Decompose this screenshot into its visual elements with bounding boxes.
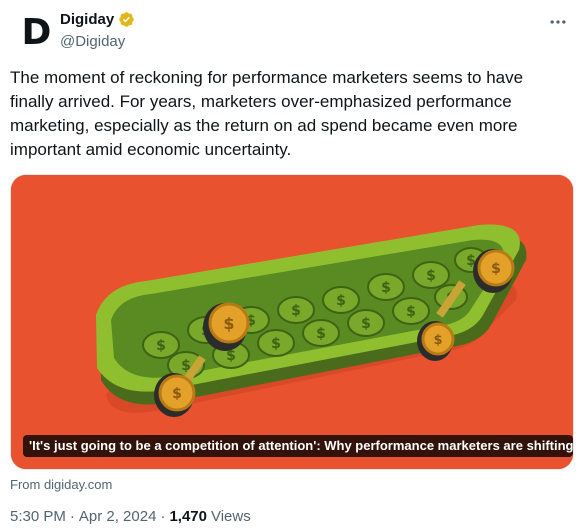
tweet-text: The moment of reckoning for performance … — [10, 68, 524, 159]
meta-separator: · — [69, 508, 75, 525]
svg-text:$: $ — [336, 293, 346, 309]
svg-text:$: $ — [316, 326, 326, 342]
more-options-button[interactable] — [548, 12, 568, 32]
svg-text:$: $ — [291, 303, 301, 319]
tweet-meta: 5:30 PM · Apr 2, 2024 · 1,470 Views — [10, 508, 251, 525]
svg-text:$: $ — [381, 280, 391, 296]
svg-text:$: $ — [406, 304, 416, 320]
svg-text:$: $ — [223, 314, 234, 333]
svg-text:$: $ — [172, 386, 182, 402]
svg-text:$: $ — [271, 336, 281, 352]
author-name-row: Digiday — [60, 11, 135, 28]
svg-text:$: $ — [433, 333, 442, 348]
svg-text:$: $ — [491, 261, 501, 277]
avatar[interactable]: D — [16, 13, 56, 53]
link-card-title: 'It's just going to be a competition of … — [23, 435, 573, 457]
more-horizontal-icon — [550, 20, 566, 24]
views-label: Views — [210, 508, 251, 525]
views-count: 1,470 — [169, 508, 207, 525]
verified-badge-icon — [119, 12, 134, 27]
tweet: D Digiday @Digiday The moment of reckoni… — [0, 0, 584, 530]
svg-text:$: $ — [156, 338, 166, 354]
author-handle[interactable]: @Digiday — [60, 33, 125, 50]
tweet-time[interactable]: 5:30 PM — [10, 508, 66, 525]
avatar-logo: D — [21, 12, 52, 53]
link-card[interactable]: $ $ $ $ $ $ $ $ $ $ $ $ $ $ $ $ $ 'It's … — [10, 174, 574, 470]
author-display-name[interactable]: Digiday — [60, 11, 114, 28]
meta-separator-2: · — [160, 508, 166, 525]
skateboard-illustration: $$ $ $$ $ $ $ $$ $ $$ $ $ $ $ — [11, 175, 573, 469]
link-card-source[interactable]: From digiday.com — [10, 477, 112, 492]
svg-text:$: $ — [426, 268, 436, 284]
tweet-date[interactable]: Apr 2, 2024 — [79, 508, 157, 525]
svg-text:$: $ — [361, 316, 371, 332]
